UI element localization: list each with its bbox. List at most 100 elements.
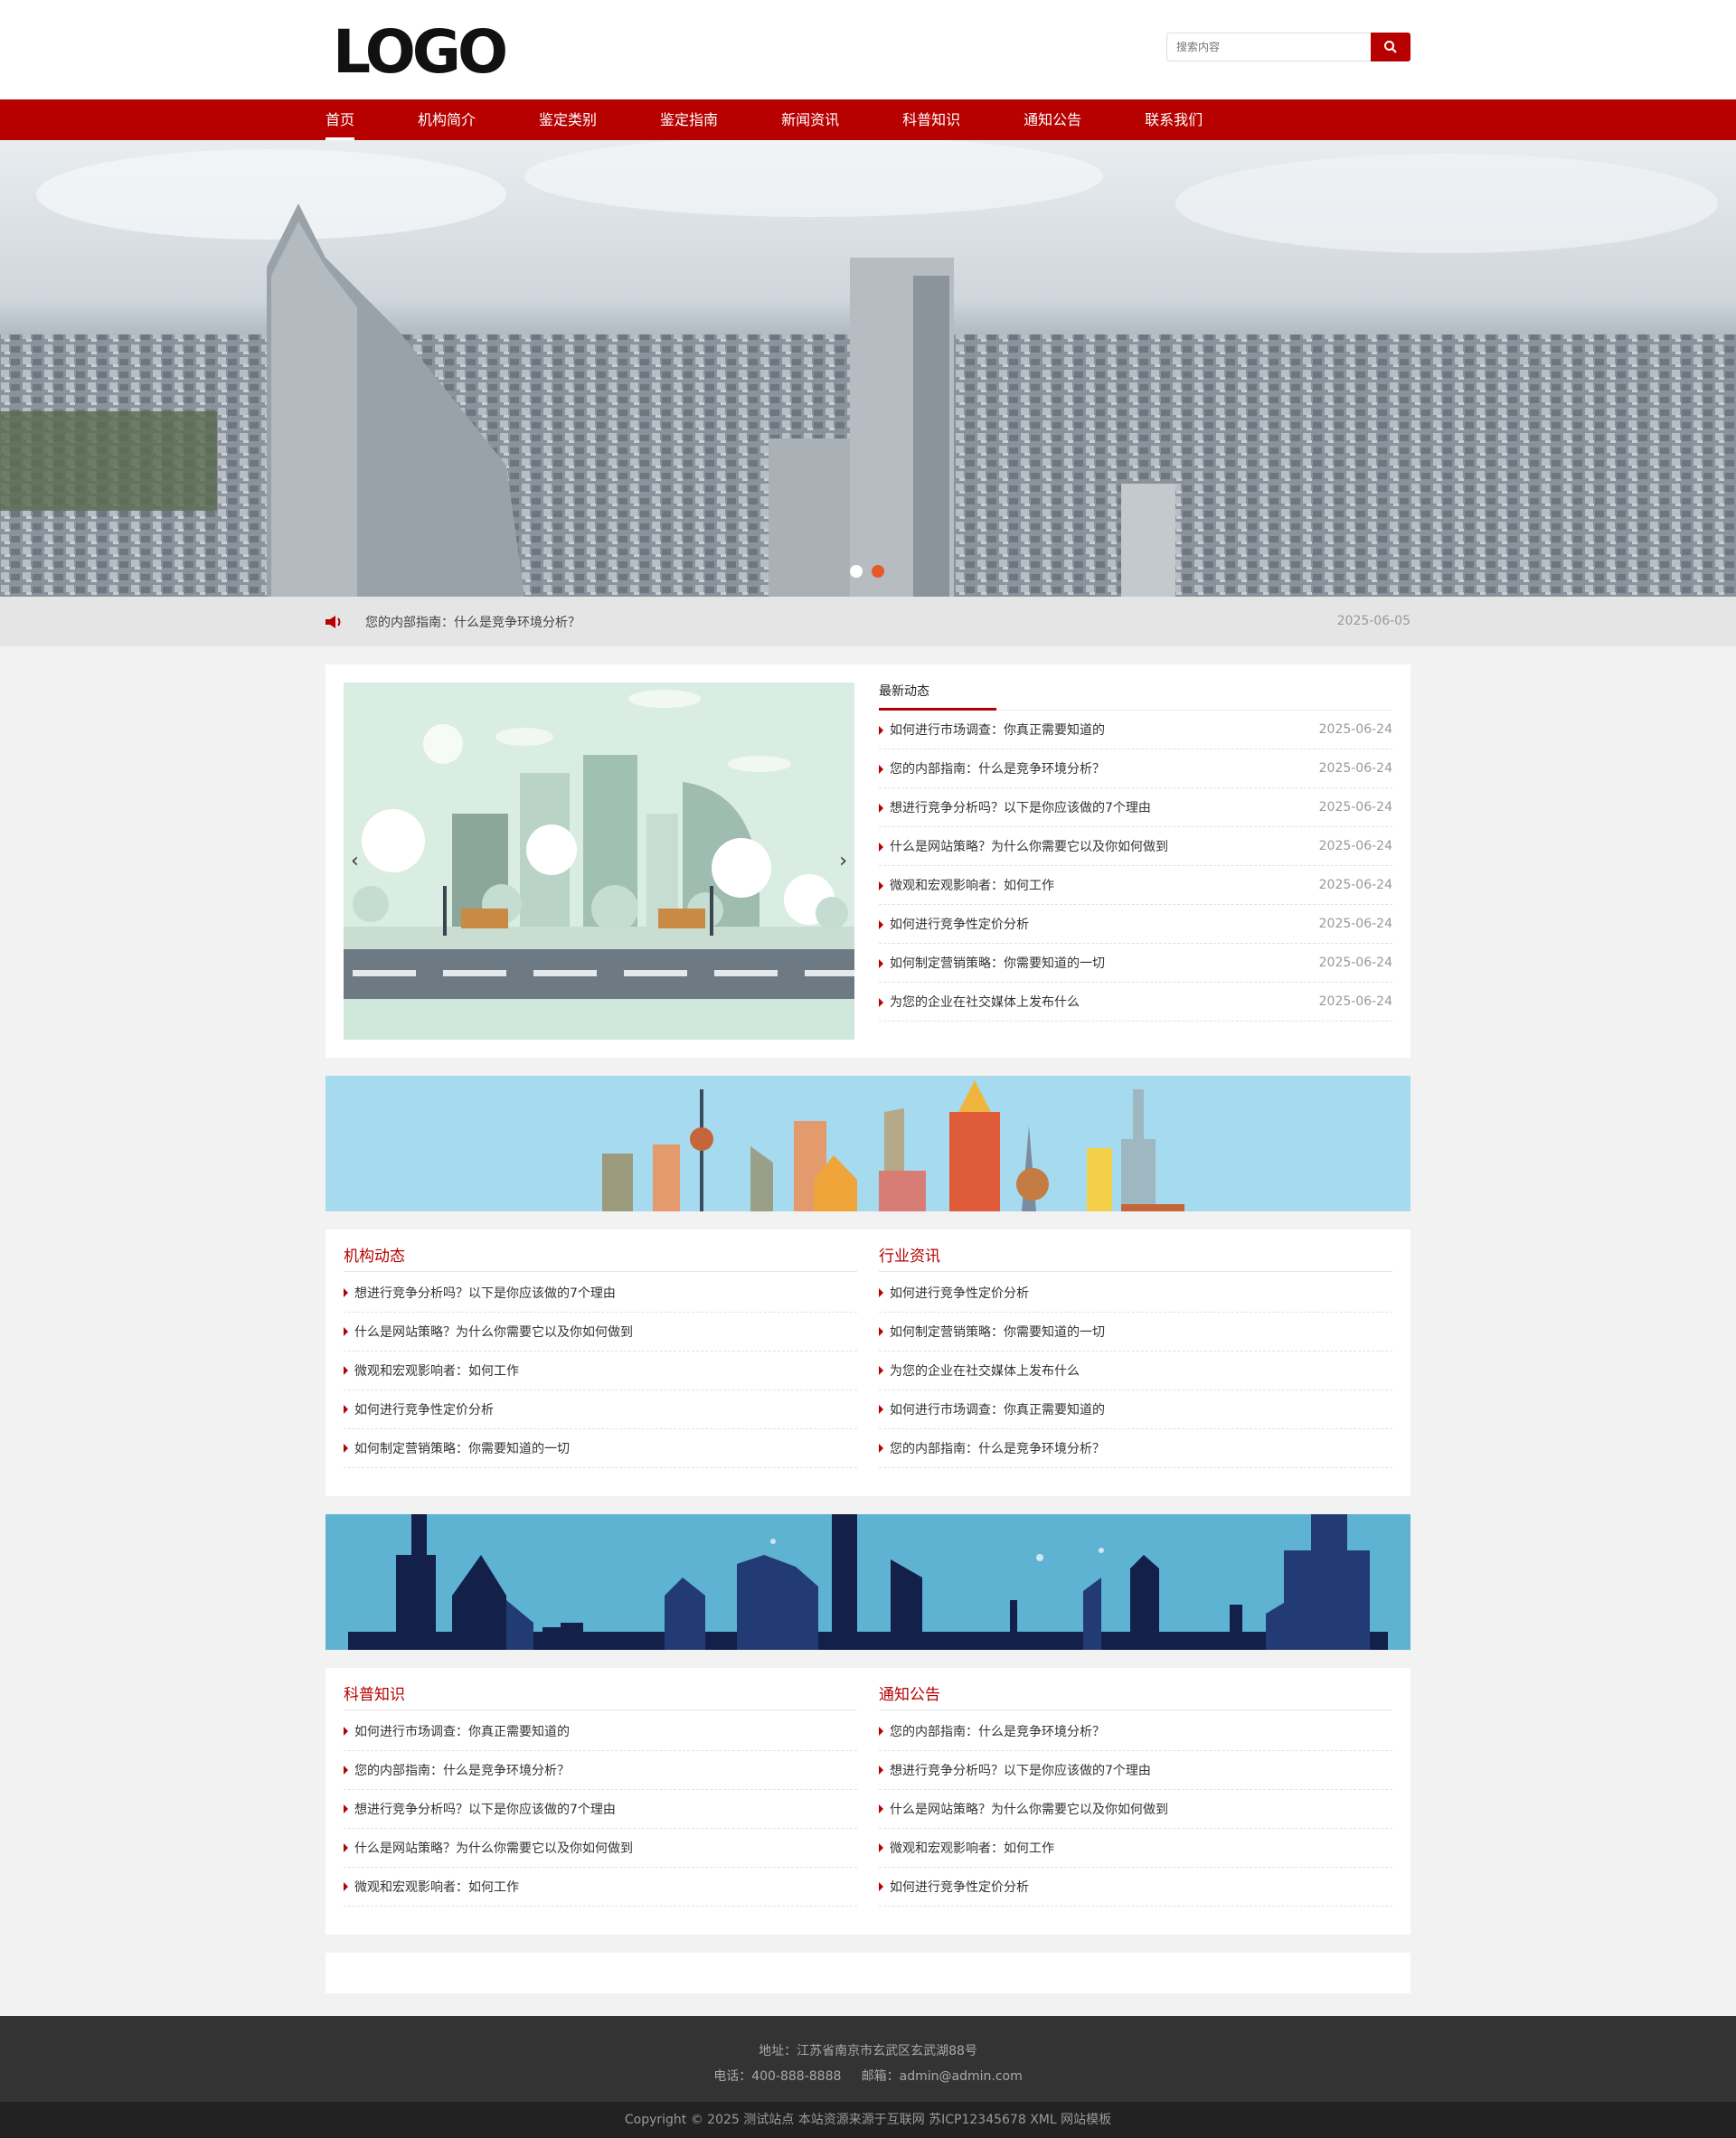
list-item-date: 2025-06-24 bbox=[1318, 917, 1392, 931]
bullet-icon bbox=[344, 1288, 348, 1297]
list-item[interactable]: 想进行竞争分析吗？以下是你应该做的7个理由 bbox=[344, 1790, 857, 1829]
list-item[interactable]: 您的内部指南：什么是竞争环境分析？ bbox=[344, 1751, 857, 1790]
bullet-icon bbox=[879, 1366, 883, 1375]
news-columns: 机构动态 想进行竞争分析吗？以下是你应该做的7个理由 什么是网站策略？为什么你需… bbox=[326, 1229, 1410, 1496]
list-item[interactable]: 什么是网站策略？为什么你需要它以及你如何做到 bbox=[344, 1313, 857, 1352]
org-news-title[interactable]: 机构动态 bbox=[344, 1248, 405, 1266]
notice-text[interactable]: 您的内部指南：什么是竞争环境分析？ bbox=[365, 613, 580, 631]
search-input[interactable] bbox=[1166, 33, 1371, 61]
slider-dot[interactable] bbox=[850, 565, 863, 578]
list-item[interactable]: 什么是网站策略？为什么你需要它以及你如何做到 bbox=[344, 1829, 857, 1868]
science-header: 科普知识 bbox=[344, 1686, 857, 1710]
list-item[interactable]: 微观和宏观影响者：如何工作 bbox=[879, 1829, 1392, 1868]
list-item[interactable]: 如何进行竞争性定价分析 bbox=[344, 1390, 857, 1429]
ad-banner-silhouette[interactable] bbox=[326, 1514, 1410, 1650]
list-item-title: 为您的企业在社交媒体上发布什么 bbox=[890, 995, 1080, 1010]
industry-news-title[interactable]: 行业资讯 bbox=[879, 1248, 940, 1266]
bullet-icon bbox=[879, 1288, 883, 1297]
nav-item-science[interactable]: 科普知识 bbox=[902, 99, 960, 140]
site-footer: 地址：江苏省南京市玄武区玄武湖88号 电话：400-888-8888 邮箱：ad… bbox=[0, 2016, 1736, 2138]
list-item[interactable]: 如何制定营销策略：你需要知道的一切 bbox=[879, 1313, 1392, 1352]
slider-next-icon[interactable]: › bbox=[839, 850, 847, 872]
list-item-date: 2025-06-24 bbox=[1318, 761, 1392, 776]
slider-dot-active[interactable] bbox=[872, 565, 884, 578]
colorful-city-illustration bbox=[326, 1076, 1410, 1211]
ad-banner-cityscape[interactable] bbox=[326, 1076, 1410, 1211]
list-item[interactable]: 什么是网站策略？为什么你需要它以及你如何做到 bbox=[879, 1790, 1392, 1829]
list-item[interactable]: 想进行竞争分析吗？以下是你应该做的7个理由 bbox=[344, 1274, 857, 1313]
slider-prev-icon[interactable]: ‹ bbox=[351, 850, 359, 872]
list-item[interactable]: 什么是网站策略？为什么你需要它以及你如何做到 2025-06-24 bbox=[879, 827, 1392, 866]
svg-text:LOGO: LOGO bbox=[333, 18, 505, 81]
org-news-header: 机构动态 bbox=[344, 1248, 857, 1272]
hero-banner[interactable] bbox=[0, 140, 1736, 597]
list-item[interactable]: 想进行竞争分析吗？以下是你应该做的7个理由 bbox=[879, 1751, 1392, 1790]
list-item-date: 2025-06-24 bbox=[1318, 800, 1392, 815]
list-item[interactable]: 您的内部指南：什么是竞争环境分析？ bbox=[879, 1429, 1392, 1468]
nav-item-notices[interactable]: 通知公告 bbox=[1024, 99, 1081, 140]
search-icon bbox=[1384, 41, 1397, 53]
list-item[interactable]: 为您的企业在社交媒体上发布什么 bbox=[879, 1352, 1392, 1390]
featured-slider[interactable]: ‹ › bbox=[344, 683, 854, 1040]
list-item[interactable]: 如何制定营销策略：你需要知道的一切 2025-06-24 bbox=[879, 944, 1392, 983]
nav-item-about[interactable]: 机构简介 bbox=[418, 99, 476, 140]
list-item-date: 2025-06-24 bbox=[1318, 878, 1392, 892]
footer-email[interactable]: 邮箱：admin@admin.com bbox=[862, 2069, 1023, 2084]
list-item[interactable]: 想进行竞争分析吗？以下是你应该做的7个理由 2025-06-24 bbox=[879, 788, 1392, 827]
list-item[interactable]: 为您的企业在社交媒体上发布什么 2025-06-24 bbox=[879, 983, 1392, 1022]
list-item-title: 您的内部指南：什么是竞争环境分析？ bbox=[890, 1725, 1105, 1739]
industry-news-column: 行业资讯 如何进行竞争性定价分析 如何制定营销策略：你需要知道的一切 为您的企业… bbox=[879, 1248, 1392, 1468]
info-columns: 科普知识 如何进行市场调查：你真正需要知道的 您的内部指南：什么是竞争环境分析？… bbox=[326, 1668, 1410, 1935]
latest-news-title: 最新动态 bbox=[879, 684, 929, 699]
list-item-title: 如何制定营销策略：你需要知道的一切 bbox=[354, 1442, 570, 1456]
list-item-title: 什么是网站策略？为什么你需要它以及你如何做到 bbox=[354, 1325, 633, 1340]
bullet-icon bbox=[879, 1327, 883, 1336]
list-item[interactable]: 微观和宏观影响者：如何工作 bbox=[344, 1868, 857, 1907]
site-logo[interactable]: LOGO bbox=[333, 18, 514, 81]
bullet-icon bbox=[344, 1444, 348, 1453]
list-item-title: 想进行竞争分析吗？以下是你应该做的7个理由 bbox=[890, 801, 1151, 815]
science-title[interactable]: 科普知识 bbox=[344, 1686, 405, 1704]
list-item[interactable]: 如何进行市场调查：你真正需要知道的 bbox=[879, 1390, 1392, 1429]
bullet-icon bbox=[879, 804, 883, 813]
bullet-icon bbox=[879, 1405, 883, 1414]
nav-item-news[interactable]: 新闻资讯 bbox=[781, 99, 839, 140]
science-column: 科普知识 如何进行市场调查：你真正需要知道的 您的内部指南：什么是竞争环境分析？… bbox=[344, 1686, 857, 1907]
list-item-date: 2025-06-24 bbox=[1318, 839, 1392, 853]
list-item[interactable]: 您的内部指南：什么是竞争环境分析？ bbox=[879, 1712, 1392, 1751]
list-item-title: 想进行竞争分析吗？以下是你应该做的7个理由 bbox=[354, 1286, 616, 1301]
list-item[interactable]: 如何进行竞争性定价分析 2025-06-24 bbox=[879, 905, 1392, 944]
list-item-title: 如何制定营销策略：你需要知道的一切 bbox=[890, 956, 1105, 971]
list-item[interactable]: 微观和宏观影响者：如何工作 bbox=[344, 1352, 857, 1390]
bullet-icon bbox=[879, 1444, 883, 1453]
notice-date: 2025-06-05 bbox=[1336, 614, 1410, 628]
list-item[interactable]: 如何进行竞争性定价分析 bbox=[879, 1274, 1392, 1313]
list-item-title: 如何进行市场调查：你真正需要知道的 bbox=[354, 1725, 570, 1739]
list-item[interactable]: 如何进行市场调查：你真正需要知道的 2025-06-24 bbox=[879, 711, 1392, 749]
bullet-icon bbox=[879, 959, 883, 968]
list-item[interactable]: 如何进行竞争性定价分析 bbox=[879, 1868, 1392, 1907]
nav-item-guide[interactable]: 鉴定指南 bbox=[660, 99, 718, 140]
bullet-icon bbox=[879, 1766, 883, 1775]
list-item-title: 什么是网站策略？为什么你需要它以及你如何做到 bbox=[890, 840, 1168, 854]
list-item-title: 微观和宏观影响者：如何工作 bbox=[354, 1364, 519, 1379]
footer-address: 地址：江苏省南京市玄武区玄武湖88号 bbox=[759, 2044, 977, 2058]
list-item-title: 微观和宏观影响者：如何工作 bbox=[890, 1841, 1054, 1856]
main-nav: 首页 机构简介 鉴定类别 鉴定指南 新闻资讯 科普知识 通知公告 联系我们 bbox=[0, 99, 1736, 140]
bullet-icon bbox=[879, 726, 883, 735]
announcements-title[interactable]: 通知公告 bbox=[879, 1686, 940, 1704]
list-item-title: 如何进行市场调查：你真正需要知道的 bbox=[890, 1403, 1105, 1417]
list-item-title: 什么是网站策略？为什么你需要它以及你如何做到 bbox=[890, 1803, 1168, 1817]
nav-item-contact[interactable]: 联系我们 bbox=[1145, 99, 1203, 140]
bullet-icon bbox=[344, 1727, 348, 1736]
nav-item-categories[interactable]: 鉴定类别 bbox=[539, 99, 597, 140]
nav-item-home[interactable]: 首页 bbox=[326, 99, 355, 140]
search-button[interactable] bbox=[1371, 33, 1410, 61]
list-item[interactable]: 如何制定营销策略：你需要知道的一切 bbox=[344, 1429, 857, 1468]
announcements-column: 通知公告 您的内部指南：什么是竞争环境分析？ 想进行竞争分析吗？以下是你应该做的… bbox=[879, 1686, 1392, 1907]
list-item-title: 微观和宏观影响者：如何工作 bbox=[890, 879, 1054, 893]
list-item[interactable]: 如何进行市场调查：你真正需要知道的 bbox=[344, 1712, 857, 1751]
list-item[interactable]: 您的内部指南：什么是竞争环境分析？ 2025-06-24 bbox=[879, 749, 1392, 788]
bullet-icon bbox=[879, 1804, 883, 1813]
list-item[interactable]: 微观和宏观影响者：如何工作 2025-06-24 bbox=[879, 866, 1392, 905]
